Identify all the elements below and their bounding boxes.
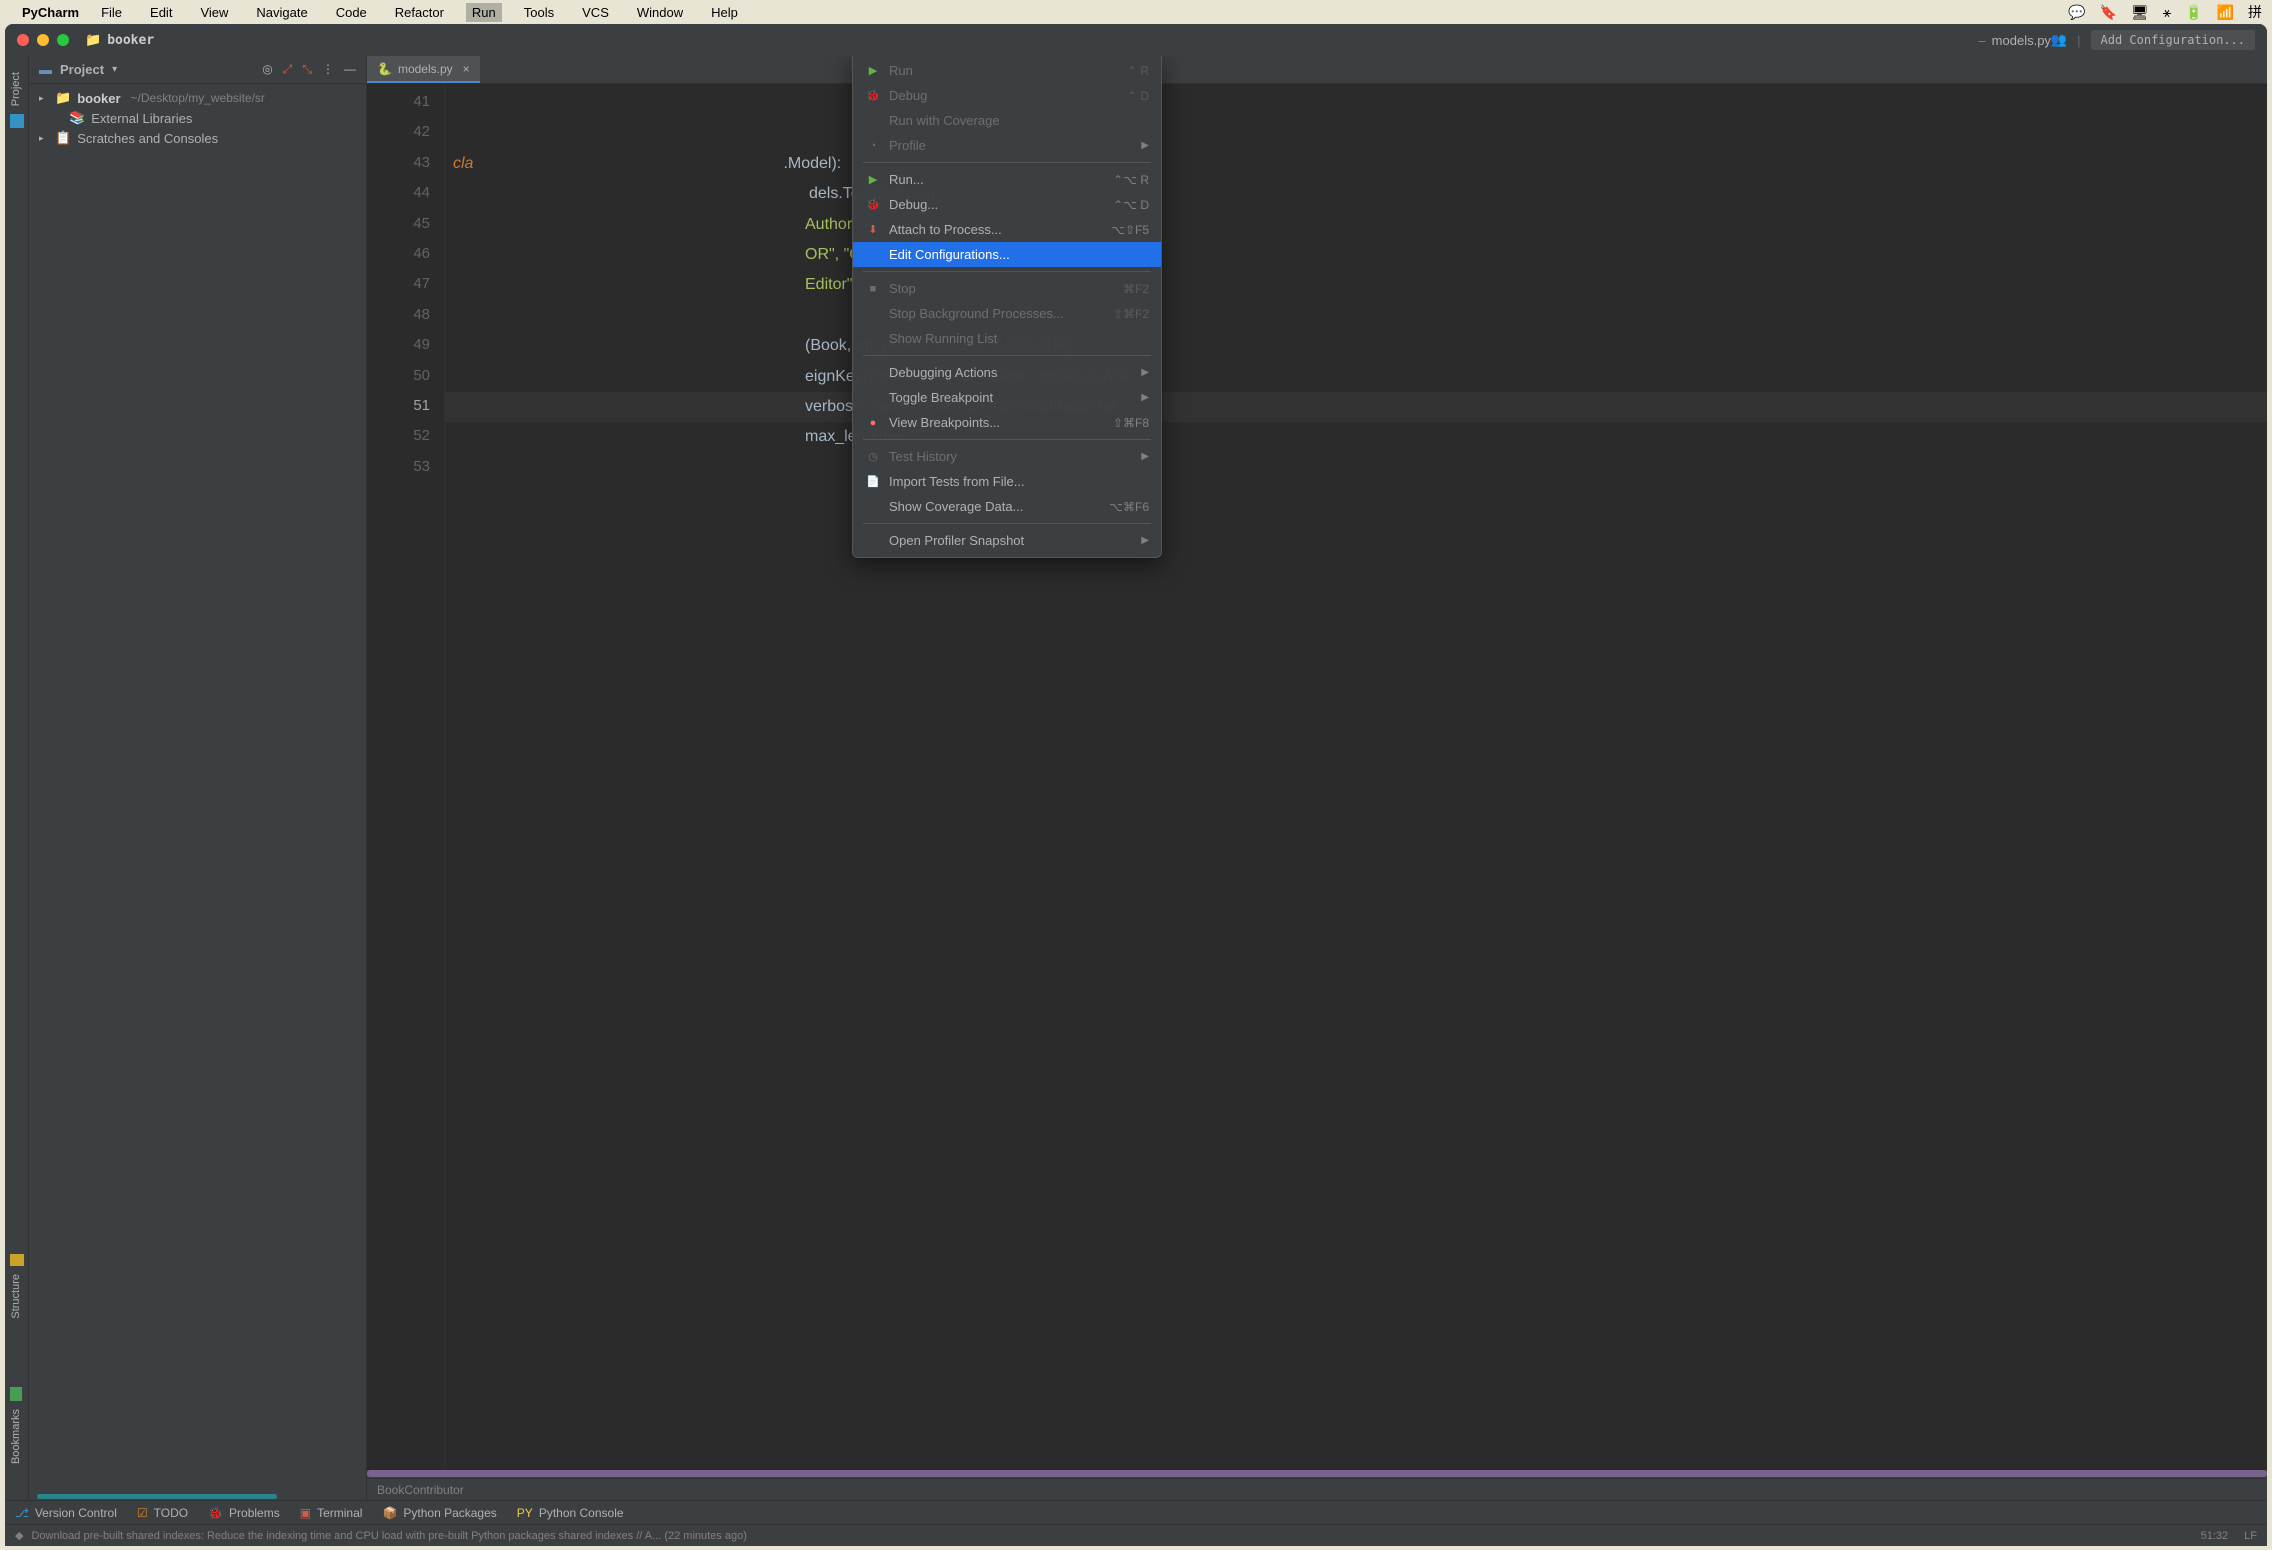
submenu-arrow-icon: ▶ xyxy=(1141,392,1149,403)
window-traffic-lights xyxy=(17,34,69,46)
menu-edit[interactable]: Edit xyxy=(144,3,178,22)
bookmarks-tool-icon xyxy=(10,1387,22,1401)
macos-menubar: PyCharm File Edit View Navigate Code Ref… xyxy=(0,0,2272,24)
project-tool-button[interactable]: Project xyxy=(10,64,24,128)
tree-root[interactable]: ▸ 📁 booker ~/Desktop/my_website/sr xyxy=(29,88,366,108)
menu-item-show-running-list: Show Running List xyxy=(853,326,1161,351)
project-panel: ▬ Project ▾ ◎ ⤢ ⤡ ⋮ — ▸ 📁 booker ~/Deskt… xyxy=(29,56,367,1500)
project-panel-title[interactable]: Project xyxy=(60,62,104,77)
structure-tool-icon xyxy=(10,1254,24,1266)
window-title-bar: 📁 booker – models.py 👥 | Add Configurati… xyxy=(5,24,2267,56)
project-tool-icon xyxy=(10,114,24,128)
main-window: 📁 booker – models.py 👥 | Add Configurati… xyxy=(5,24,2267,1546)
editor-tabs: 🐍 models.py × xyxy=(367,56,2267,84)
caret-position[interactable]: 51:32 xyxy=(2201,1530,2229,1542)
menu-view[interactable]: View xyxy=(194,3,234,22)
code-area[interactable]: cla.Model): dels.TextChoices): Author" O… xyxy=(445,84,2267,1470)
structure-tool-button[interactable]: Structure xyxy=(10,1254,24,1327)
tree-external-libs[interactable]: 📚 External Libraries xyxy=(29,108,366,128)
battery-icon[interactable]: 🔋 xyxy=(2185,4,2202,21)
macos-status-icons: 💬 🔖 🖥 ⚹ 🔋 📶 拼 xyxy=(2068,2,2262,22)
menu-item-show-coverage-data-[interactable]: Show Coverage Data...⌥⌘F6 xyxy=(853,494,1161,519)
editor-area: 🐍 models.py × 41 42 43 44 45 46 47 48 49… xyxy=(367,56,2267,1500)
settings-icon[interactable]: ⋮ xyxy=(322,62,334,77)
editor-tab-models[interactable]: 🐍 models.py × xyxy=(367,56,480,83)
menu-item-debugging-actions[interactable]: Debugging Actions▶ xyxy=(853,360,1161,385)
project-tree[interactable]: ▸ 📁 booker ~/Desktop/my_website/sr 📚 Ext… xyxy=(29,84,366,1494)
menu-window[interactable]: Window xyxy=(631,3,689,22)
project-panel-header: ▬ Project ▾ ◎ ⤢ ⤡ ⋮ — xyxy=(29,56,366,84)
breadcrumb-root: booker xyxy=(107,33,154,48)
menu-item-run: ▶Run⌃ R xyxy=(853,58,1161,83)
menu-item-profile: ◔Profile▶ xyxy=(853,133,1161,158)
status-bar: ◆ Download pre-built shared indexes: Red… xyxy=(5,1524,2267,1546)
window-close-button[interactable] xyxy=(17,34,29,46)
menu-item-view-breakpoints-[interactable]: ●View Breakpoints...⇧⌘F8 xyxy=(853,410,1161,435)
breadcrumb[interactable]: 📁 booker – models.py xyxy=(85,32,2051,48)
menu-item-debug-[interactable]: 🐞Debug...⌃⌥ D xyxy=(853,192,1161,217)
status-message[interactable]: Download pre-built shared indexes: Reduc… xyxy=(31,1530,746,1542)
wechat-icon[interactable]: 💬 xyxy=(2068,4,2085,21)
wifi-icon[interactable]: 📶 xyxy=(2217,4,2234,21)
python-packages-button[interactable]: 📦 Python Packages xyxy=(382,1506,496,1520)
input-method-icon[interactable]: 拼 xyxy=(2248,2,2262,22)
menu-refactor[interactable]: Refactor xyxy=(389,3,450,22)
expand-icon[interactable]: ⤢ xyxy=(283,62,293,77)
bookmarks-tool-button[interactable]: Bookmarks xyxy=(10,1387,24,1472)
menu-code[interactable]: Code xyxy=(330,3,373,22)
bluetooth-icon[interactable]: ⚹ xyxy=(2163,4,2171,21)
submenu-arrow-icon: ▶ xyxy=(1141,140,1149,151)
menu-item-debug: 🐞Debug⌃ D xyxy=(853,83,1161,108)
menu-item-test-history: ◷Test History▶ xyxy=(853,444,1161,469)
menu-navigate[interactable]: Navigate xyxy=(250,3,313,22)
menu-item-open-profiler-snapshot[interactable]: Open Profiler Snapshot▶ xyxy=(853,528,1161,553)
menu-item-import-tests-from-file-[interactable]: 📄Import Tests from File... xyxy=(853,469,1161,494)
menu-item-edit-configurations-[interactable]: Edit Configurations... xyxy=(853,242,1161,267)
target-icon[interactable]: ◎ xyxy=(262,62,272,77)
run-menu-dropdown: ▶Run⌃ R🐞Debug⌃ DRun with Coverage◔Profil… xyxy=(852,56,1162,558)
menu-vcs[interactable]: VCS xyxy=(576,3,615,22)
window-minimize-button[interactable] xyxy=(37,34,49,46)
menu-tools[interactable]: Tools xyxy=(518,3,560,22)
menu-help[interactable]: Help xyxy=(705,3,744,22)
todo-button[interactable]: ☑ TODO xyxy=(137,1506,188,1520)
display-icon[interactable]: 🖥 xyxy=(2131,4,2149,21)
menu-item-attach-to-process-[interactable]: ⬇Attach to Process...⌥⇧F5 xyxy=(853,217,1161,242)
menu-item-stop: ■Stop⌘F2 xyxy=(853,276,1161,301)
menu-item-toggle-breakpoint[interactable]: Toggle Breakpoint▶ xyxy=(853,385,1161,410)
menu-run[interactable]: Run xyxy=(466,3,502,22)
version-control-button[interactable]: ⎇ Version Control xyxy=(15,1506,117,1520)
app-name: PyCharm xyxy=(22,5,79,20)
menu-item-stop-background-processes-: Stop Background Processes...⇧⌘F2 xyxy=(853,301,1161,326)
editor-breadcrumb[interactable]: BookContributor xyxy=(367,1478,2267,1500)
problems-button[interactable]: 🐞 Problems xyxy=(208,1506,280,1520)
menu-item-run-[interactable]: ▶Run...⌃⌥ R xyxy=(853,167,1161,192)
terminal-button[interactable]: ▣ Terminal xyxy=(300,1506,363,1520)
bottom-tool-bar: ⎇ Version Control ☑ TODO 🐞 Problems ▣ Te… xyxy=(5,1500,2267,1524)
editor-gutter[interactable]: 41 42 43 44 45 46 47 48 49 50 51 52 53 xyxy=(367,84,445,1470)
tree-scratches[interactable]: ▸ 📋 Scratches and Consoles xyxy=(29,128,366,148)
tag-icon[interactable]: 🔖 xyxy=(2100,4,2117,21)
window-maximize-button[interactable] xyxy=(57,34,69,46)
submenu-arrow-icon: ▶ xyxy=(1141,367,1149,378)
code-with-me-icon[interactable]: 👥 xyxy=(2051,32,2067,48)
close-tab-icon[interactable]: × xyxy=(463,62,470,76)
submenu-arrow-icon: ▶ xyxy=(1141,535,1149,546)
menu-file[interactable]: File xyxy=(95,3,128,22)
minimize-icon[interactable]: — xyxy=(344,62,356,77)
editor-horizontal-scrollbar[interactable] xyxy=(367,1470,2267,1478)
editor-content[interactable]: 41 42 43 44 45 46 47 48 49 50 51 52 53 xyxy=(367,84,2267,1470)
submenu-arrow-icon: ▶ xyxy=(1141,451,1149,462)
python-console-button[interactable]: PY Python Console xyxy=(517,1506,624,1520)
line-separator[interactable]: LF xyxy=(2244,1530,2257,1542)
menu-item-run-with-coverage: Run with Coverage xyxy=(853,108,1161,133)
breadcrumb-file: models.py xyxy=(1992,33,2051,48)
add-configuration-button[interactable]: Add Configuration... xyxy=(2091,30,2256,50)
left-tool-sidebar: Project Structure Bookmarks xyxy=(5,56,29,1500)
collapse-icon[interactable]: ⤡ xyxy=(302,62,312,77)
